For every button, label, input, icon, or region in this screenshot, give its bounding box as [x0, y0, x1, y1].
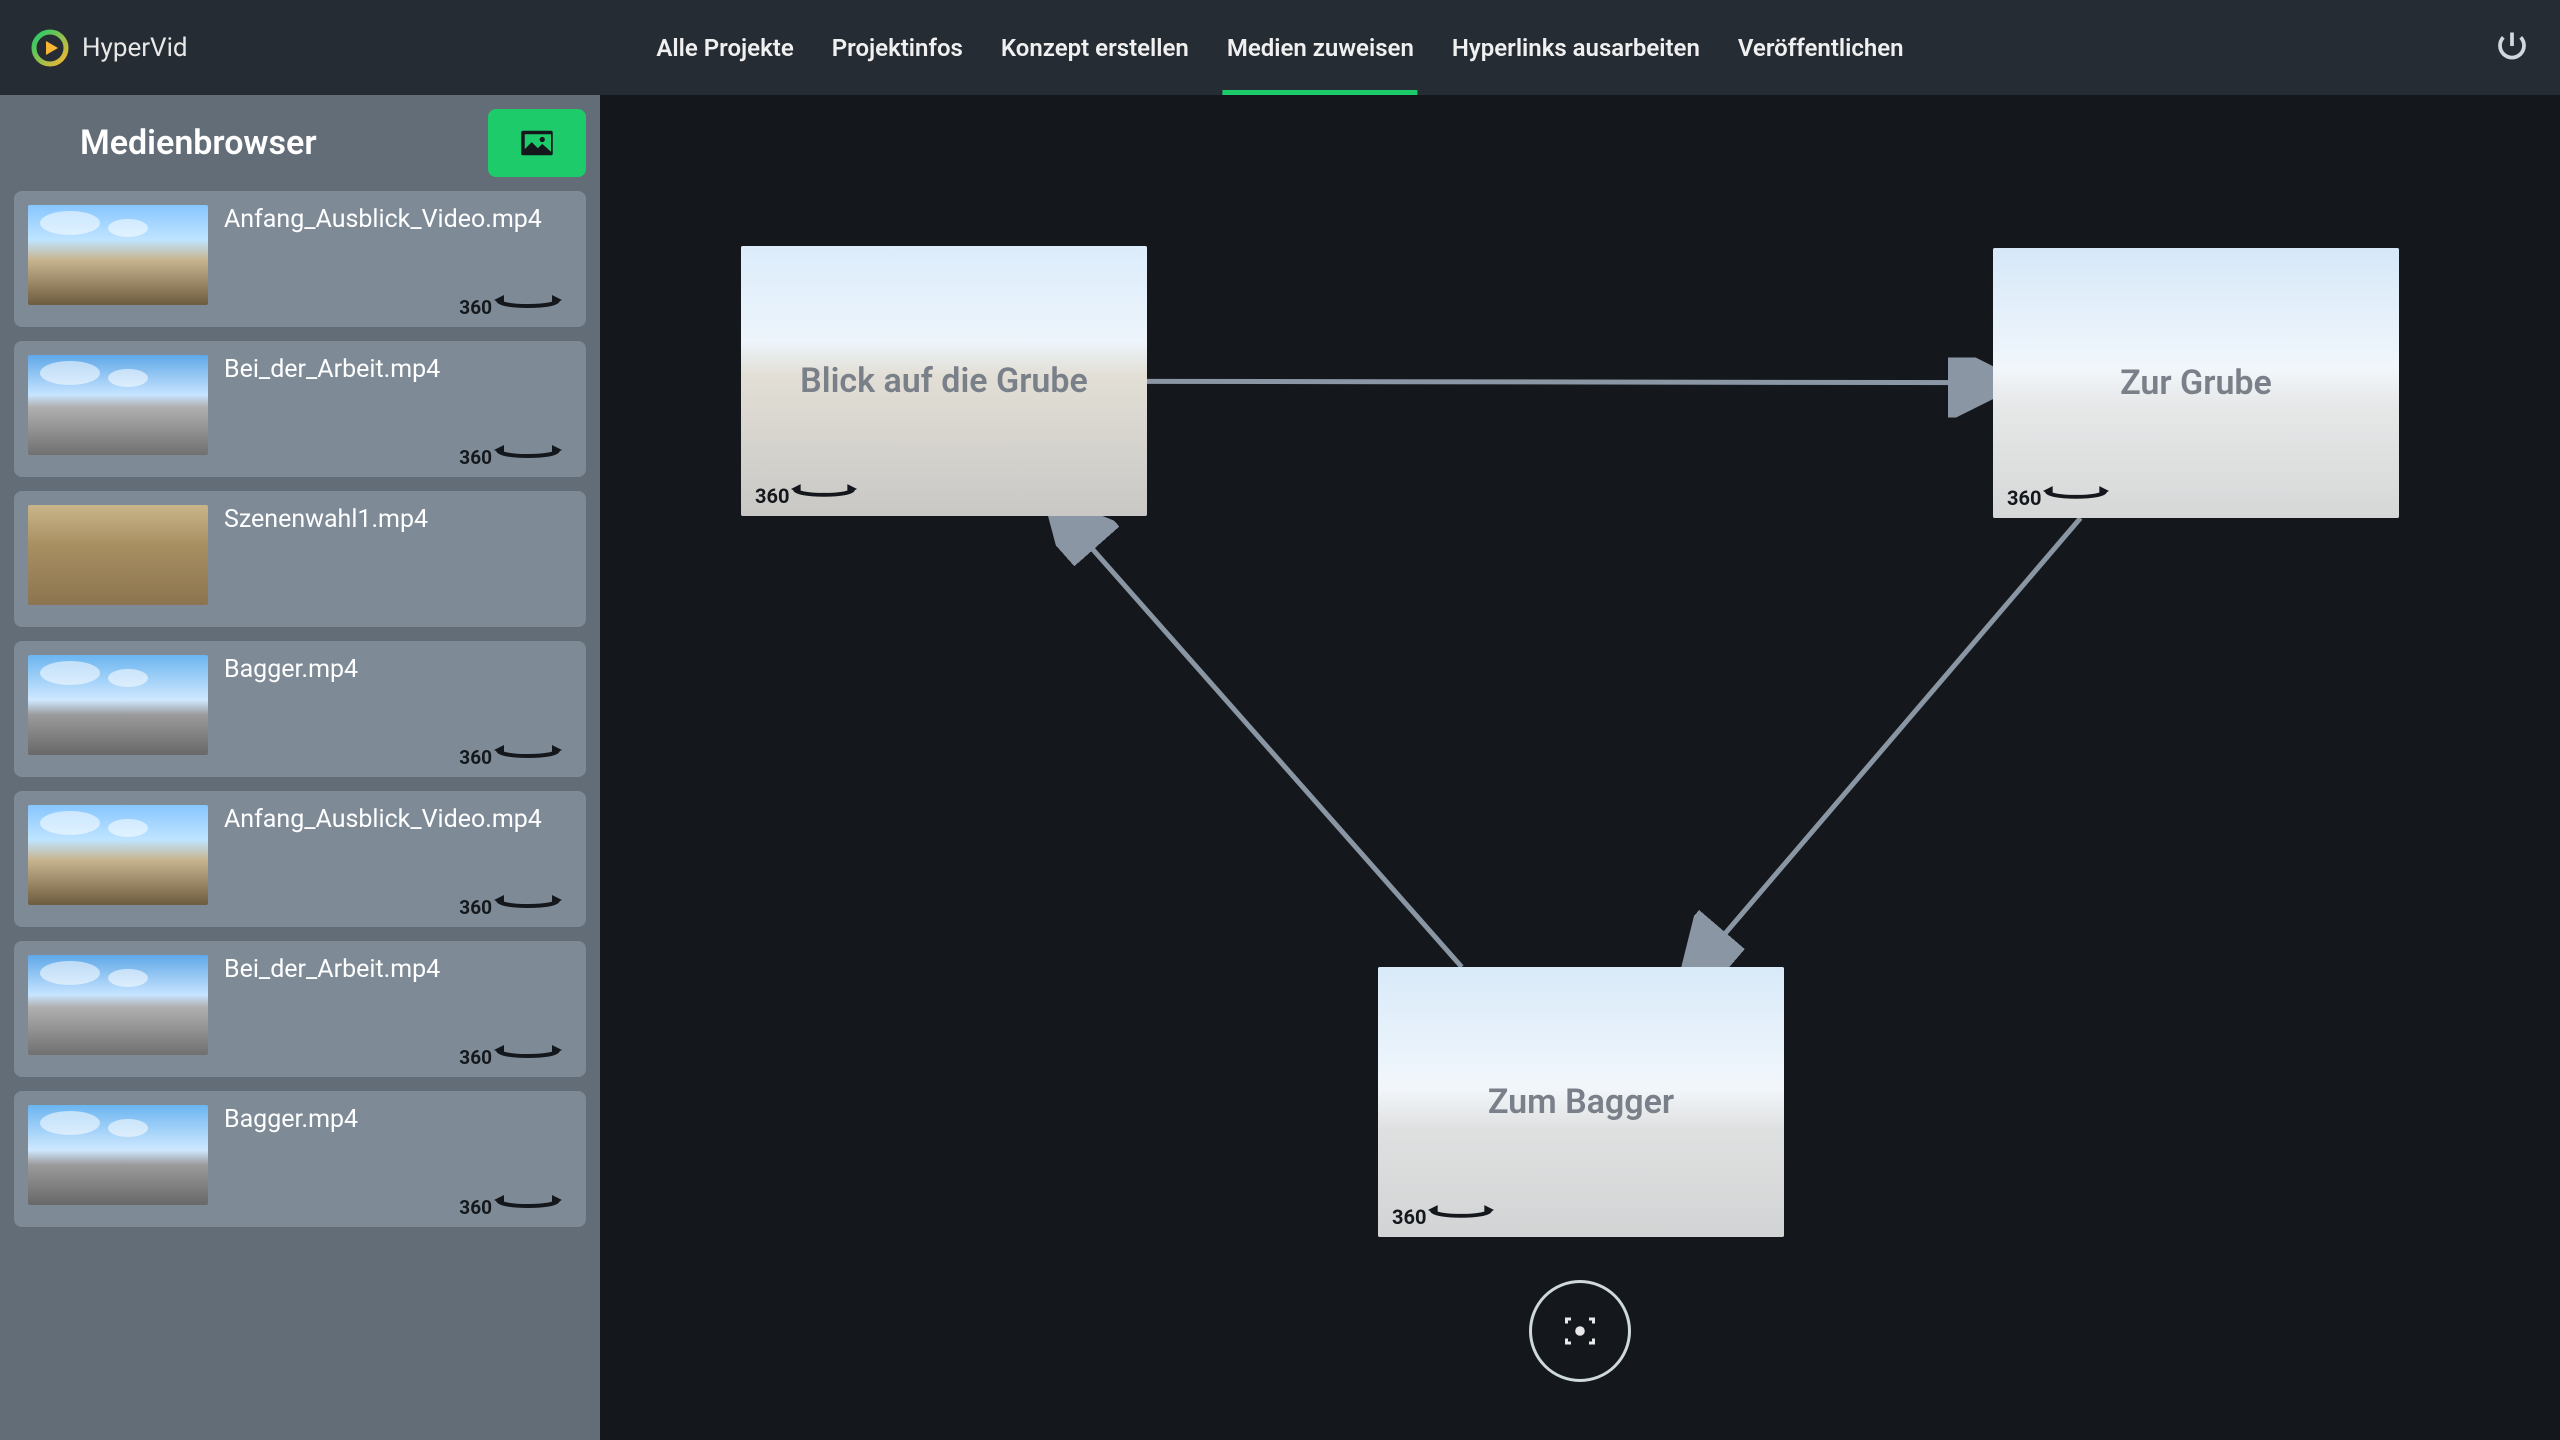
nav-alle-projekte[interactable]: Alle Projekte: [652, 0, 797, 95]
media-filename: Anfang_Ausblick_Video.mp4: [208, 805, 542, 834]
media-item[interactable]: Bagger.mp4 360: [14, 1091, 586, 1227]
media-filename: Anfang_Ausblick_Video.mp4: [208, 205, 542, 234]
brand-group[interactable]: HyperVid: [30, 28, 188, 68]
power-icon: [2494, 28, 2530, 64]
logo-icon: [30, 28, 70, 68]
media-item[interactable]: Anfang_Ausblick_Video.mp4 360: [14, 191, 586, 327]
badge-360-icon: 360: [1392, 1196, 1496, 1229]
primary-nav: Alle Projekte Projektinfos Konzept erste…: [652, 0, 1907, 95]
nav-konzept-erstellen[interactable]: Konzept erstellen: [997, 0, 1193, 95]
nav-veroeffentlichen[interactable]: Veröffentlichen: [1734, 0, 1908, 95]
media-thumbnail: [28, 805, 208, 905]
center-viewfinder-icon: [1562, 1313, 1598, 1349]
center-view-button[interactable]: [1529, 1280, 1631, 1382]
media-thumbnail: [28, 955, 208, 1055]
media-item[interactable]: Szenenwahl1.mp4: [14, 491, 586, 627]
media-thumbnail: [28, 205, 208, 305]
media-item[interactable]: Bei_der_Arbeit.mp4 360: [14, 941, 586, 1077]
main-area: Medienbrowser Anfang_Ausblick_Video.mp4 …: [0, 95, 2560, 1440]
media-list[interactable]: Anfang_Ausblick_Video.mp4 360 Bei_der_Ar…: [0, 191, 600, 1440]
graph-edge: [1147, 381, 1993, 382]
media-filename: Bagger.mp4: [208, 1105, 358, 1134]
media-item[interactable]: Bagger.mp4 360: [14, 641, 586, 777]
graph-canvas[interactable]: Blick auf die Grube 360 Zur Grube 360 Zu…: [600, 95, 2560, 1440]
graph-node[interactable]: Zur Grube 360: [1993, 248, 2399, 518]
image-icon: [516, 122, 558, 164]
media-filename: Bei_der_Arbeit.mp4: [208, 355, 440, 384]
media-filename: Bei_der_Arbeit.mp4: [208, 955, 440, 984]
nav-projektinfos[interactable]: Projektinfos: [828, 0, 967, 95]
media-browser-panel: Medienbrowser Anfang_Ausblick_Video.mp4 …: [0, 95, 600, 1440]
graph-node[interactable]: Blick auf die Grube 360: [741, 246, 1147, 516]
nav-hyperlinks-ausarbeiten[interactable]: Hyperlinks ausarbeiten: [1448, 0, 1704, 95]
topbar: HyperVid Alle Projekte Projektinfos Konz…: [0, 0, 2560, 95]
media-thumbnail: [28, 355, 208, 455]
media-thumbnail: [28, 505, 208, 605]
media-filename: Szenenwahl1.mp4: [208, 505, 428, 534]
graph-edge: [1063, 516, 1461, 967]
graph-edge: [1696, 518, 2080, 967]
media-item[interactable]: Anfang_Ausblick_Video.mp4 360: [14, 791, 586, 927]
brand-name: HyperVid: [82, 33, 188, 63]
nav-medien-zuweisen[interactable]: Medien zuweisen: [1223, 0, 1418, 95]
power-button[interactable]: [2494, 28, 2530, 68]
upload-media-button[interactable]: [488, 109, 586, 177]
badge-360-icon: 360: [2007, 477, 2111, 510]
media-browser-title: Medienbrowser: [80, 123, 317, 163]
badge-360-icon: 360: [755, 475, 859, 508]
media-thumbnail: [28, 1105, 208, 1205]
media-item[interactable]: Bei_der_Arbeit.mp4 360: [14, 341, 586, 477]
media-thumbnail: [28, 655, 208, 755]
graph-node[interactable]: Zum Bagger 360: [1378, 967, 1784, 1237]
media-browser-header: Medienbrowser: [0, 95, 600, 191]
media-filename: Bagger.mp4: [208, 655, 358, 684]
